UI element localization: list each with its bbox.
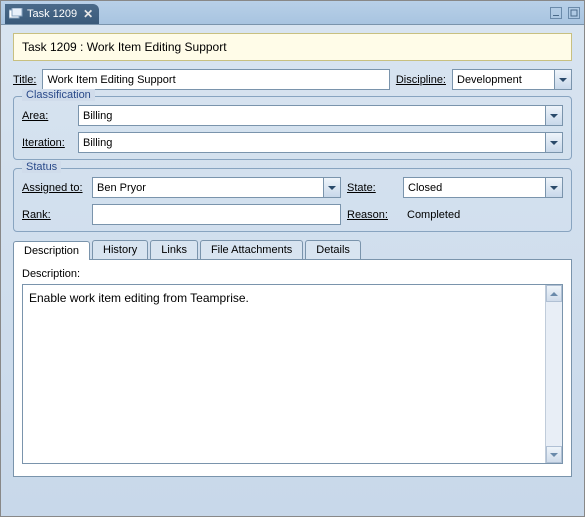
editor-header: Task 1209 ✕ bbox=[1, 1, 584, 25]
editor-content: Task 1209 : Work Item Editing Support Ti… bbox=[1, 25, 584, 516]
discipline-select[interactable]: Development bbox=[452, 69, 572, 90]
task-banner: Task 1209 : Work Item Editing Support bbox=[13, 33, 572, 61]
scroll-track[interactable] bbox=[546, 302, 562, 446]
tab-file-attachments[interactable]: File Attachments bbox=[200, 240, 303, 259]
state-select[interactable]: Closed bbox=[403, 177, 563, 198]
reason-value: Completed bbox=[403, 207, 563, 223]
state-label: State: bbox=[347, 182, 397, 194]
close-icon[interactable]: ✕ bbox=[83, 7, 93, 21]
chevron-down-icon bbox=[545, 106, 562, 125]
description-field-wrap bbox=[22, 284, 563, 464]
chevron-down-icon bbox=[545, 133, 562, 152]
status-group: Status Assigned to: Ben Pryor State: Clo… bbox=[13, 168, 572, 232]
header-controls bbox=[550, 7, 580, 19]
task-icon bbox=[9, 8, 23, 20]
iteration-label: Iteration: bbox=[22, 137, 72, 149]
rank-input[interactable] bbox=[92, 204, 341, 225]
description-label: Description: bbox=[22, 268, 563, 280]
classification-legend: Classification bbox=[22, 89, 95, 101]
assigned-label: Assigned to: bbox=[22, 182, 86, 194]
tab-description[interactable]: Description bbox=[13, 241, 90, 260]
area-value: Billing bbox=[83, 110, 112, 122]
assigned-select[interactable]: Ben Pryor bbox=[92, 177, 341, 198]
maximize-button[interactable] bbox=[568, 7, 580, 19]
editor-tab[interactable]: Task 1209 ✕ bbox=[5, 4, 99, 24]
iteration-value: Billing bbox=[83, 137, 112, 149]
scroll-up-button[interactable] bbox=[546, 285, 562, 302]
area-select[interactable]: Billing bbox=[78, 105, 563, 126]
tab-details[interactable]: Details bbox=[305, 240, 361, 259]
tab-history[interactable]: History bbox=[92, 240, 148, 259]
tab-links[interactable]: Links bbox=[150, 240, 198, 259]
status-legend: Status bbox=[22, 161, 61, 173]
editor-tab-title: Task 1209 bbox=[27, 8, 77, 20]
chevron-down-icon bbox=[323, 178, 340, 197]
state-value: Closed bbox=[408, 182, 442, 194]
title-label: Title: bbox=[13, 74, 36, 86]
tab-bar: Description History Links File Attachmen… bbox=[13, 240, 572, 259]
classification-group: Classification Area: Billing Iteration: … bbox=[13, 96, 572, 160]
area-label: Area: bbox=[22, 110, 72, 122]
discipline-value: Development bbox=[457, 74, 522, 86]
title-input[interactable] bbox=[42, 69, 389, 90]
minimize-button[interactable] bbox=[550, 7, 562, 19]
scrollbar[interactable] bbox=[545, 285, 562, 463]
rank-label: Rank: bbox=[22, 209, 86, 221]
iteration-select[interactable]: Billing bbox=[78, 132, 563, 153]
discipline-label: Discipline: bbox=[396, 74, 446, 86]
tab-panel: Description: bbox=[13, 259, 572, 477]
assigned-value: Ben Pryor bbox=[97, 182, 146, 194]
description-textarea[interactable] bbox=[23, 285, 545, 463]
scroll-down-button[interactable] bbox=[546, 446, 562, 463]
chevron-down-icon bbox=[545, 178, 562, 197]
reason-label: Reason: bbox=[347, 209, 397, 221]
chevron-down-icon bbox=[554, 70, 571, 89]
